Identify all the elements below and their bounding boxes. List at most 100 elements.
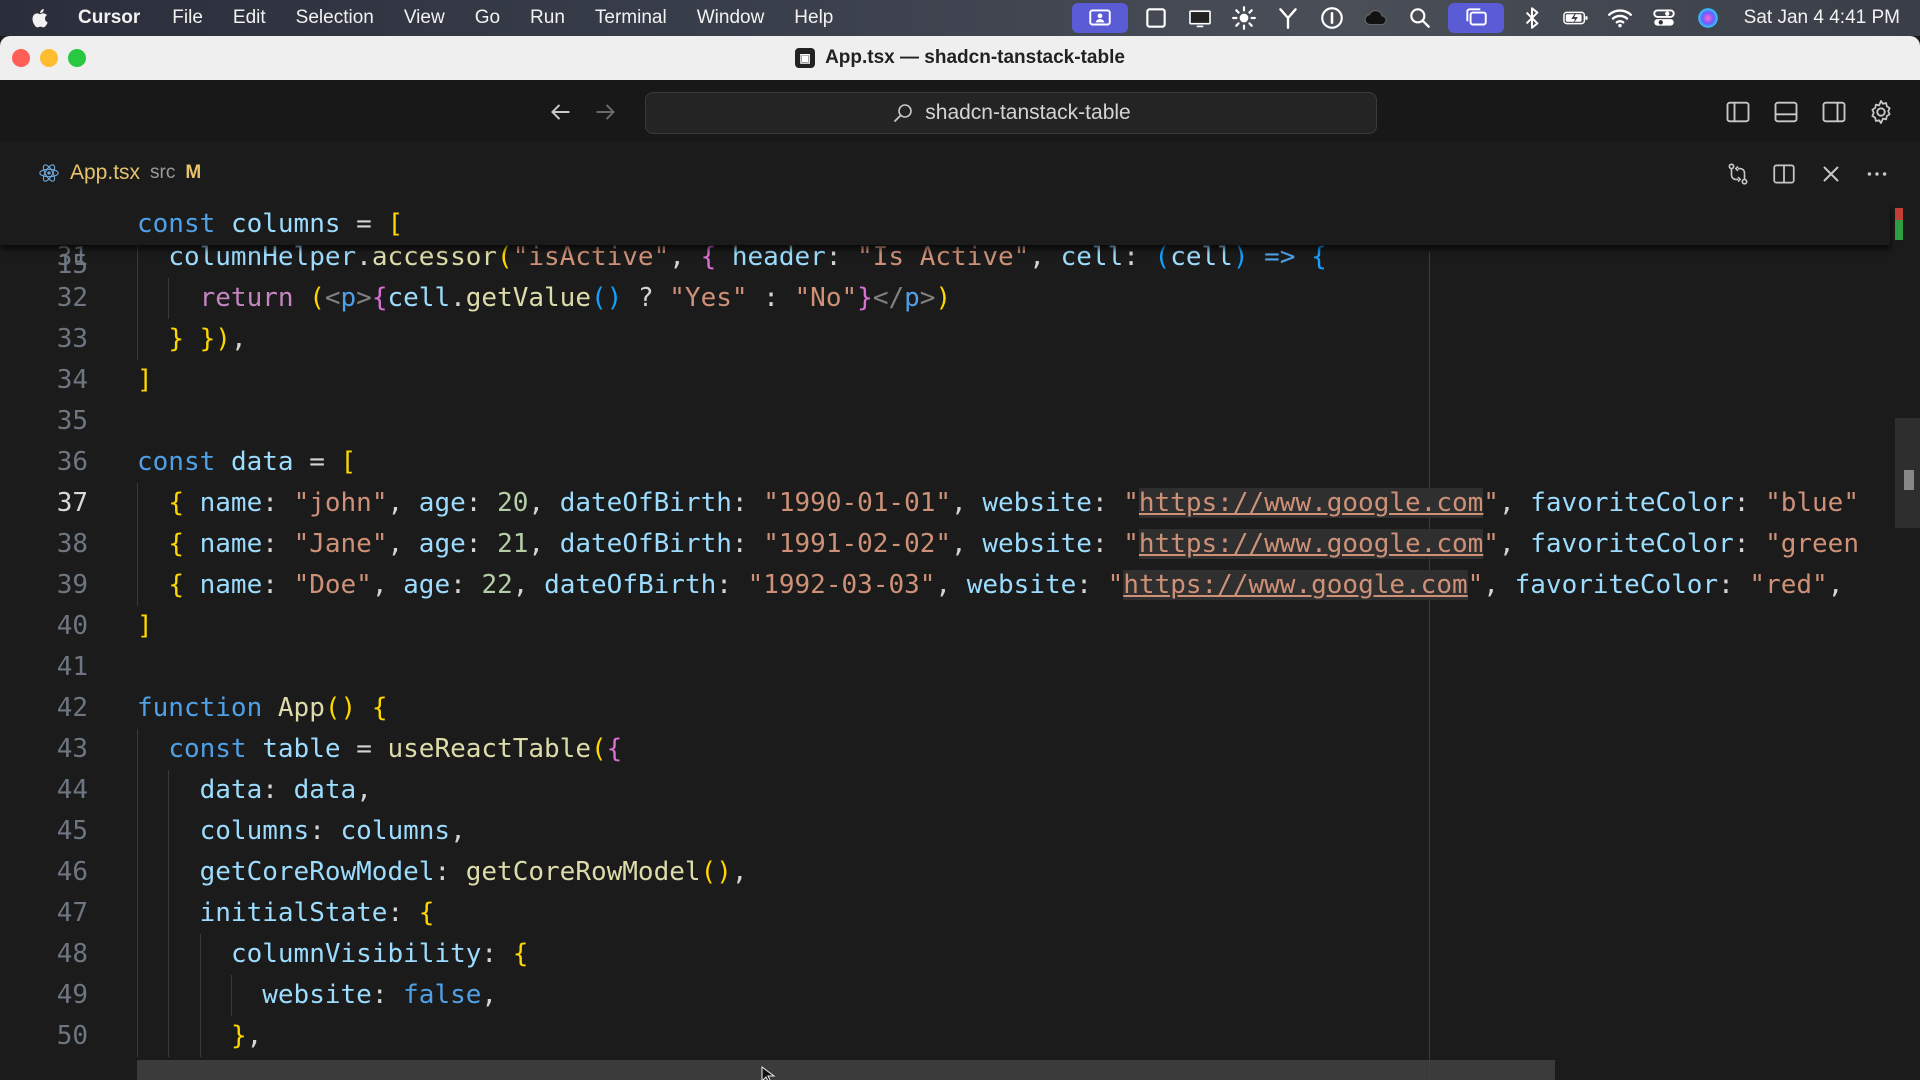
code-text: const data = [ bbox=[137, 447, 357, 477]
close-icon[interactable] bbox=[1815, 158, 1847, 190]
menu-selection[interactable]: Selection bbox=[296, 7, 374, 29]
react-file-icon bbox=[39, 164, 59, 182]
code-line[interactable]: 40] bbox=[0, 606, 1890, 647]
line-number: 49 bbox=[56, 980, 88, 1010]
control-center-icon[interactable] bbox=[1642, 0, 1686, 36]
menu-window[interactable]: Window bbox=[697, 7, 765, 29]
toggle-secondary-sidebar-icon[interactable] bbox=[1817, 96, 1851, 128]
settings-gear-icon[interactable] bbox=[1864, 96, 1898, 128]
menu-bar: Cursor File Edit Selection View Go Run T… bbox=[0, 0, 1920, 36]
forward-arrow-icon[interactable] bbox=[590, 96, 622, 128]
battery-icon[interactable] bbox=[1554, 0, 1598, 36]
code-text: return (<p>{cell.getValue() ? "Yes" : "N… bbox=[199, 283, 952, 313]
code-line[interactable]: 50 }, bbox=[0, 1016, 1890, 1057]
line-number: 42 bbox=[56, 693, 88, 723]
git-change-decoration bbox=[1895, 204, 1903, 240]
toggle-primary-sidebar-icon[interactable] bbox=[1721, 96, 1755, 128]
command-center-bar: shadcn-tanstack-table bbox=[0, 80, 1920, 143]
window-icon[interactable] bbox=[1134, 0, 1178, 36]
code-line[interactable]: 36 const data = [ bbox=[0, 442, 1890, 483]
code-line[interactable]: 42 function App() { bbox=[0, 688, 1890, 729]
code-text: columns: columns, bbox=[199, 816, 466, 846]
menu-go[interactable]: Go bbox=[475, 7, 500, 29]
screen-share-icon[interactable] bbox=[1071, 3, 1128, 33]
code-line[interactable]: 46 getCoreRowModel: getCoreRowModel(), bbox=[0, 852, 1890, 893]
close-window-button[interactable] bbox=[12, 49, 30, 67]
line-number: 46 bbox=[56, 857, 88, 887]
line-number: 48 bbox=[56, 939, 88, 969]
sticky-code-text: const columns = [ bbox=[137, 209, 404, 239]
code-line[interactable]: 38 { name: "Jane", age: 21, dateOfBirth:… bbox=[0, 524, 1890, 565]
code-text: data: data, bbox=[199, 775, 372, 805]
open-changes-icon[interactable] bbox=[1722, 158, 1754, 190]
code-line[interactable]: 32 return (<p>{cell.getValue() ? "Yes" :… bbox=[0, 278, 1890, 319]
code-text: } }), bbox=[168, 324, 247, 354]
code-line[interactable]: 35 bbox=[0, 401, 1890, 442]
line-number: 43 bbox=[56, 734, 88, 764]
editor-tab-bar: App.tsx src M bbox=[0, 142, 1920, 204]
code-text: ] bbox=[137, 365, 153, 395]
cloud-icon[interactable] bbox=[1354, 0, 1398, 36]
sticky-scroll-line[interactable]: 15 const columns = [ bbox=[0, 204, 1890, 280]
bluetooth-icon[interactable] bbox=[1510, 0, 1554, 36]
back-arrow-icon[interactable] bbox=[544, 96, 576, 128]
search-icon bbox=[894, 104, 913, 122]
tab-modified-badge: M bbox=[185, 162, 202, 183]
command-center-search[interactable]: shadcn-tanstack-table bbox=[645, 92, 1377, 134]
search-icon[interactable] bbox=[1398, 0, 1442, 36]
onepassword-icon[interactable] bbox=[1310, 0, 1354, 36]
menu-view[interactable]: View bbox=[404, 7, 445, 29]
code-line[interactable]: 37 { name: "john", age: 20, dateOfBirth:… bbox=[0, 483, 1890, 524]
stage-manager-icon[interactable] bbox=[1447, 3, 1504, 33]
code-text: function App() { bbox=[137, 693, 388, 723]
display-icon[interactable] bbox=[1178, 0, 1222, 36]
brightness-icon[interactable] bbox=[1222, 0, 1266, 36]
code-text: { name: "Jane", age: 21, dateOfBirth: "1… bbox=[168, 529, 1859, 559]
mouse-pointer-icon bbox=[761, 1066, 776, 1080]
window-title-bar: ▣ App.tsx — shadcn-tanstack-table bbox=[0, 36, 1920, 80]
code-line[interactable]: 49 website: false, bbox=[0, 975, 1890, 1016]
scrollbar-cursor-marker bbox=[1904, 470, 1914, 490]
menu-app-name[interactable]: Cursor bbox=[78, 7, 140, 29]
tab-label: App.tsx bbox=[70, 161, 141, 184]
file-type-icon: ▣ bbox=[795, 48, 816, 68]
code-text: { name: "Doe", age: 22, dateOfBirth: "19… bbox=[168, 570, 1844, 600]
siri-icon[interactable] bbox=[1686, 0, 1730, 36]
code-line[interactable]: 39 { name: "Doe", age: 22, dateOfBirth: … bbox=[0, 565, 1890, 606]
code-line[interactable]: 48 columnVisibility: { bbox=[0, 934, 1890, 975]
more-actions-icon[interactable] bbox=[1861, 158, 1893, 190]
code-text: columnVisibility: { bbox=[230, 939, 529, 969]
wifi-icon[interactable] bbox=[1598, 0, 1642, 36]
code-editor[interactable]: 30 } }),31 columnHelper.accessor("isActi… bbox=[0, 204, 1920, 1080]
window-title-text: App.tsx — shadcn-tanstack-table bbox=[825, 47, 1125, 68]
minimize-window-button[interactable] bbox=[40, 49, 58, 67]
code-line[interactable]: 44 data: data, bbox=[0, 770, 1890, 811]
toggle-panel-icon[interactable] bbox=[1769, 96, 1803, 128]
code-text: }, bbox=[230, 1021, 263, 1051]
menu-edit[interactable]: Edit bbox=[233, 7, 266, 29]
menu-run[interactable]: Run bbox=[530, 7, 565, 29]
menu-terminal[interactable]: Terminal bbox=[595, 7, 667, 29]
zoom-window-button[interactable] bbox=[68, 49, 86, 67]
code-line[interactable]: 33 } }), bbox=[0, 319, 1890, 360]
line-number: 36 bbox=[56, 447, 88, 477]
code-line[interactable]: 34] bbox=[0, 360, 1890, 401]
menubar-clock[interactable]: Sat Jan 4 4:41 PM bbox=[1744, 7, 1900, 29]
apple-logo-icon[interactable] bbox=[30, 7, 52, 29]
line-number: 35 bbox=[56, 406, 88, 436]
code-line[interactable]: 45 columns: columns, bbox=[0, 811, 1890, 852]
code-line[interactable]: 41 bbox=[0, 647, 1890, 688]
horizontal-scrollbar[interactable] bbox=[137, 1060, 1555, 1080]
code-line[interactable]: 43 const table = useReactTable({ bbox=[0, 729, 1890, 770]
tab-app-tsx[interactable]: App.tsx src M bbox=[38, 154, 201, 192]
code-text: ] bbox=[137, 611, 153, 641]
menu-help[interactable]: Help bbox=[794, 7, 833, 29]
code-line[interactable]: 47 initialState: { bbox=[0, 893, 1890, 934]
line-number: 39 bbox=[56, 570, 88, 600]
line-number: 15 bbox=[56, 250, 88, 280]
line-number: 41 bbox=[56, 652, 88, 682]
line-number: 38 bbox=[56, 529, 88, 559]
fork-icon[interactable] bbox=[1266, 0, 1310, 36]
split-editor-icon[interactable] bbox=[1768, 158, 1800, 190]
menu-file[interactable]: File bbox=[172, 7, 203, 29]
